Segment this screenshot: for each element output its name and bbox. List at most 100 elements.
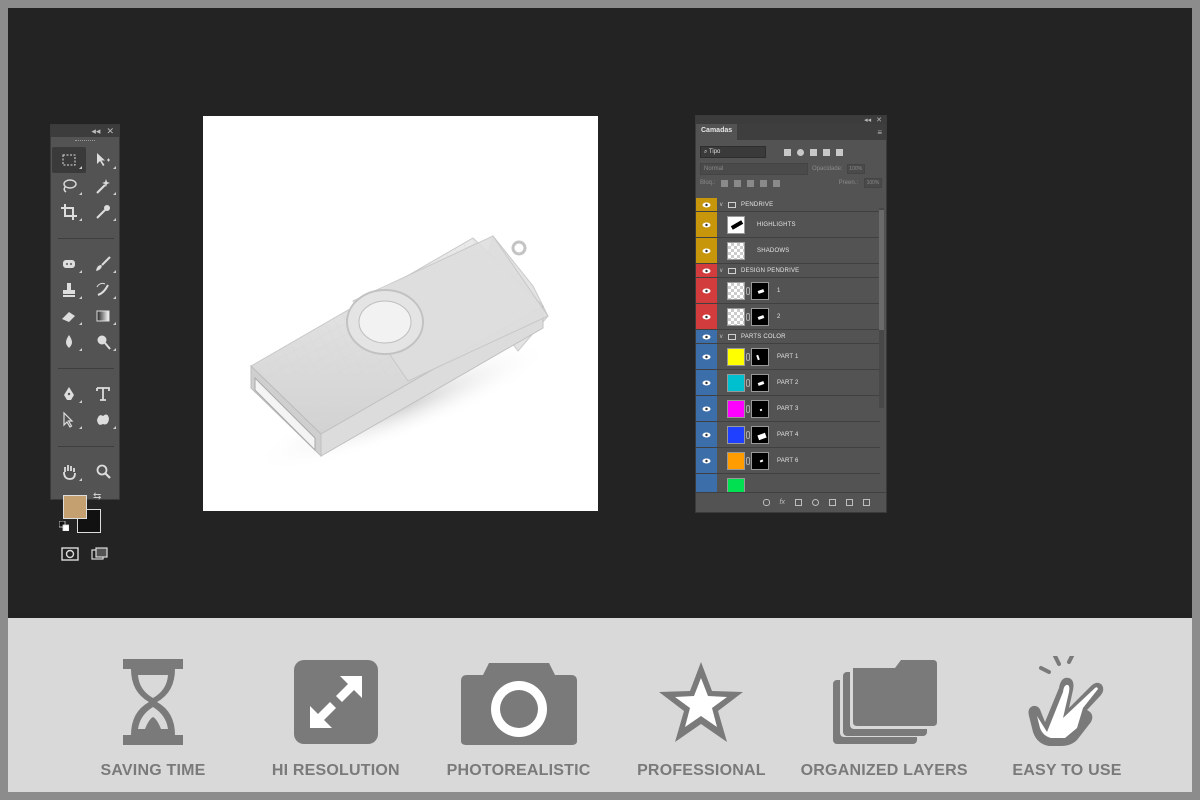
custom-shape-tool-icon[interactable] [86, 407, 120, 433]
layers-scrollbar[interactable] [879, 208, 884, 408]
collapse-icon[interactable]: ◂◂ [864, 116, 871, 124]
clone-stamp-tool-icon[interactable] [52, 277, 86, 303]
layers-panel-titlebar[interactable]: ◂◂ ✕ [696, 116, 886, 124]
link-layers-icon[interactable] [762, 499, 770, 506]
eyedropper-tool-icon[interactable] [86, 199, 120, 225]
visibility-eye-icon[interactable] [696, 396, 717, 421]
panel-menu-icon[interactable]: ≡ [877, 128, 886, 137]
filter-smart-object-icon[interactable] [836, 148, 843, 156]
tab-layers[interactable]: Camadas [696, 124, 738, 140]
lock-all-icon[interactable] [773, 179, 781, 187]
opacity-input[interactable]: 100% [846, 164, 865, 174]
filter-pixel-icon[interactable] [784, 148, 791, 156]
visibility-eye-icon[interactable] [696, 238, 717, 263]
pen-tool-icon[interactable] [52, 381, 86, 407]
layer-group-name: PENDRIVE [741, 201, 774, 208]
close-icon[interactable]: ✕ [106, 125, 114, 137]
visibility-eye-icon[interactable] [696, 422, 717, 447]
visibility-eye-icon[interactable] [696, 370, 717, 395]
adjustment-layer-icon[interactable] [812, 499, 819, 506]
folders-icon [833, 660, 938, 744]
feature-hi-resolution: HI RESOLUTION [261, 618, 411, 792]
new-group-icon[interactable] [829, 499, 836, 506]
layer-filter-select[interactable]: ⌕ Tipo [700, 146, 766, 158]
visibility-eye-icon[interactable] [696, 330, 717, 343]
fx-icon[interactable]: fx [780, 499, 785, 506]
add-mask-icon[interactable] [795, 499, 802, 506]
screen-mode-icon[interactable] [91, 547, 109, 561]
trash-icon[interactable] [863, 499, 870, 506]
dodge-tool-icon[interactable] [86, 329, 120, 355]
layer-group-row[interactable]: ∨ PARTS COLOR [696, 330, 880, 344]
layer-group-row[interactable]: ∨ PENDRIVE [696, 198, 880, 212]
close-icon[interactable]: ✕ [876, 116, 882, 124]
layer-mask-thumbnail[interactable] [751, 281, 769, 300]
layer-mask-thumbnail[interactable] [751, 347, 769, 366]
chevron-down-icon[interactable]: ∨ [719, 201, 727, 208]
filter-shape-icon[interactable] [823, 148, 830, 156]
color-swatches: ⇆ [51, 491, 119, 539]
layer-row[interactable]: SHADOWS [696, 238, 880, 264]
gradient-tool-icon[interactable] [86, 303, 120, 329]
layer-name: SHADOWS [757, 247, 790, 254]
default-colors-icon[interactable] [59, 521, 69, 531]
swap-colors-icon[interactable]: ⇆ [93, 491, 101, 502]
history-brush-tool-icon[interactable] [86, 277, 120, 303]
eraser-tool-icon[interactable] [52, 303, 86, 329]
layer-row[interactable] [696, 474, 880, 493]
layer-row[interactable]: PART 4 [696, 422, 880, 448]
layer-row[interactable]: 2 [696, 304, 880, 330]
chevron-down-icon[interactable]: ∨ [719, 333, 727, 340]
visibility-eye-icon[interactable] [696, 344, 717, 369]
visibility-eye-icon[interactable] [696, 198, 717, 211]
lasso-tool-icon[interactable] [52, 173, 86, 199]
layer-mask-thumbnail[interactable] [751, 373, 769, 392]
magic-wand-tool-icon[interactable] [86, 173, 120, 199]
toolbox-header[interactable]: ◂◂ ✕ [51, 125, 119, 137]
visibility-eye-icon[interactable] [696, 304, 717, 329]
toolbox-grip[interactable] [51, 137, 119, 145]
crop-tool-icon[interactable] [52, 199, 86, 225]
layer-mask-thumbnail[interactable] [751, 399, 769, 418]
fill-input[interactable]: 100% [864, 178, 882, 188]
lock-position-icon[interactable] [747, 179, 755, 187]
layer-row[interactable]: PART 6 [696, 448, 880, 474]
layer-mask-thumbnail[interactable] [751, 425, 769, 444]
blur-tool-icon[interactable] [52, 329, 86, 355]
layer-row[interactable]: 1 [696, 278, 880, 304]
filter-adjustment-icon[interactable] [797, 148, 804, 156]
layer-group-name: DESIGN PENDRIVE [741, 267, 800, 274]
visibility-eye-icon[interactable] [696, 212, 717, 237]
layer-mask-thumbnail[interactable] [751, 307, 769, 326]
chevron-down-icon[interactable]: ∨ [719, 267, 727, 274]
visibility-eye-icon[interactable] [696, 474, 717, 493]
document-canvas[interactable] [203, 116, 598, 511]
layer-mask-thumbnail[interactable] [751, 451, 769, 470]
layer-group-row[interactable]: ∨ DESIGN PENDRIVE [696, 264, 880, 278]
foreground-color-swatch[interactable] [63, 495, 87, 519]
collapse-icon[interactable]: ◂◂ [91, 125, 100, 137]
brush-tool-icon[interactable] [86, 251, 120, 277]
path-selection-tool-icon[interactable] [52, 407, 86, 433]
move-tool-icon[interactable] [86, 147, 120, 173]
zoom-tool-icon[interactable] [86, 459, 120, 485]
folder-icon [728, 333, 736, 340]
quick-mask-icon[interactable] [61, 547, 79, 561]
spot-healing-tool-icon[interactable] [52, 251, 86, 277]
layer-row[interactable]: PART 3 [696, 396, 880, 422]
marquee-tool-icon[interactable] [52, 147, 86, 173]
filter-type-icon[interactable] [810, 148, 817, 156]
layer-row[interactable]: PART 1 [696, 344, 880, 370]
blend-mode-select[interactable]: Normal [700, 163, 808, 175]
new-layer-icon[interactable] [846, 499, 853, 506]
layer-row[interactable]: HIGHLIGHTS [696, 212, 880, 238]
visibility-eye-icon[interactable] [696, 278, 717, 303]
lock-transparency-icon[interactable] [721, 179, 729, 187]
hand-tool-icon[interactable] [52, 459, 86, 485]
layer-row[interactable]: PART 2 [696, 370, 880, 396]
visibility-eye-icon[interactable] [696, 264, 717, 277]
visibility-eye-icon[interactable] [696, 448, 717, 473]
lock-artboard-icon[interactable] [760, 179, 768, 187]
lock-pixels-icon[interactable] [734, 179, 742, 187]
type-tool-icon[interactable] [86, 381, 120, 407]
